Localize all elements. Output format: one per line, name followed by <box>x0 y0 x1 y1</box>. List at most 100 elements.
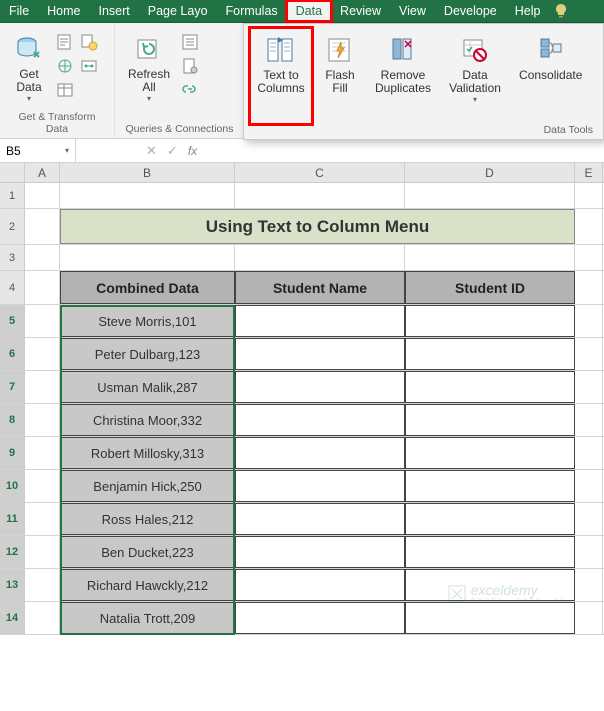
cell[interactable] <box>575 437 603 469</box>
cell[interactable] <box>575 209 603 244</box>
cell[interactable] <box>235 183 405 208</box>
col-header-A[interactable]: A <box>25 163 60 182</box>
enter-icon[interactable]: ✓ <box>167 143 178 159</box>
col-header-E[interactable]: E <box>575 163 603 182</box>
title-cell[interactable]: Using Text to Column Menu <box>60 209 575 244</box>
cell[interactable] <box>60 183 235 208</box>
cell[interactable] <box>575 371 603 403</box>
cell[interactable] <box>25 371 60 403</box>
cancel-icon[interactable]: ✕ <box>146 143 157 159</box>
edit-links-button[interactable] <box>179 79 201 101</box>
cell-data[interactable] <box>235 602 405 634</box>
name-box[interactable]: ▾ <box>0 139 76 162</box>
refresh-all-button[interactable]: Refresh All ▾ <box>121 27 177 106</box>
row-header[interactable]: 12 <box>0 536 25 568</box>
cell-data[interactable]: Peter Dulbarg,123 <box>60 338 235 370</box>
cell[interactable] <box>575 569 603 601</box>
cell[interactable] <box>405 245 575 270</box>
cell[interactable] <box>25 569 60 601</box>
cell-data[interactable]: Christina Moor,332 <box>60 404 235 436</box>
recent-sources-button[interactable] <box>78 31 100 53</box>
from-text-csv-button[interactable] <box>54 31 76 53</box>
get-data-button[interactable]: Get Data ▾ <box>6 27 52 106</box>
cell[interactable] <box>575 404 603 436</box>
col-header-D[interactable]: D <box>405 163 575 182</box>
row-header[interactable]: 6 <box>0 338 25 370</box>
row-header[interactable]: 7 <box>0 371 25 403</box>
cell[interactable] <box>575 338 603 370</box>
cell[interactable] <box>25 209 60 244</box>
fx-icon[interactable]: fx <box>188 144 197 158</box>
cell[interactable] <box>25 338 60 370</box>
cell[interactable] <box>575 271 603 304</box>
cell[interactable] <box>25 602 60 634</box>
from-table-button[interactable] <box>54 79 76 101</box>
col-header-B[interactable]: B <box>60 163 235 182</box>
cell[interactable] <box>575 503 603 535</box>
cell[interactable] <box>60 245 235 270</box>
cell-data[interactable] <box>405 371 575 403</box>
row-header[interactable]: 11 <box>0 503 25 535</box>
tell-me-icon[interactable] <box>553 3 569 19</box>
cell-data[interactable] <box>405 437 575 469</box>
row-header[interactable]: 3 <box>0 245 25 270</box>
cell-data[interactable] <box>235 569 405 601</box>
select-all-button[interactable] <box>0 163 25 182</box>
existing-connections-button[interactable] <box>78 55 100 77</box>
cell[interactable] <box>575 536 603 568</box>
cell[interactable] <box>25 437 60 469</box>
consolidate-button[interactable]: Consolidate <box>512 28 589 124</box>
header-combined-data[interactable]: Combined Data <box>60 271 235 304</box>
row-header[interactable]: 9 <box>0 437 25 469</box>
cell-data[interactable]: Ben Ducket,223 <box>60 536 235 568</box>
row-header[interactable]: 10 <box>0 470 25 502</box>
cell[interactable] <box>575 602 603 634</box>
cell-data[interactable] <box>405 602 575 634</box>
cell-data[interactable]: Usman Malik,287 <box>60 371 235 403</box>
chevron-down-icon[interactable]: ▾ <box>65 146 69 155</box>
cell[interactable] <box>575 305 603 337</box>
row-header[interactable]: 2 <box>0 209 25 244</box>
col-header-C[interactable]: C <box>235 163 405 182</box>
tab-developer[interactable]: Develope <box>435 1 506 21</box>
cell[interactable] <box>25 305 60 337</box>
tab-file[interactable]: File <box>0 1 38 21</box>
cell-data[interactable] <box>235 305 405 337</box>
cell-data[interactable] <box>235 338 405 370</box>
cell[interactable] <box>25 271 60 304</box>
tab-pagelayout[interactable]: Page Layo <box>139 1 217 21</box>
cell-data[interactable] <box>235 470 405 502</box>
cell-data[interactable] <box>235 437 405 469</box>
name-box-input[interactable] <box>6 144 56 158</box>
cell-data[interactable] <box>405 404 575 436</box>
cell-data[interactable]: Richard Hawckly,212 <box>60 569 235 601</box>
tab-help[interactable]: Help <box>506 1 550 21</box>
row-header[interactable]: 13 <box>0 569 25 601</box>
header-student-id[interactable]: Student ID <box>405 271 575 304</box>
cell-data[interactable]: Natalia Trott,209 <box>60 602 235 634</box>
row-header[interactable]: 1 <box>0 183 25 208</box>
cell-data[interactable]: Steve Morris,101 <box>60 305 235 337</box>
cell[interactable] <box>405 183 575 208</box>
properties-button[interactable] <box>179 55 201 77</box>
tab-review[interactable]: Review <box>331 1 390 21</box>
row-header[interactable]: 14 <box>0 602 25 634</box>
from-web-button[interactable] <box>54 55 76 77</box>
cell[interactable] <box>25 470 60 502</box>
cell-data[interactable]: Ross Hales,212 <box>60 503 235 535</box>
cell[interactable] <box>25 503 60 535</box>
queries-connections-button[interactable] <box>179 31 201 53</box>
cell[interactable] <box>25 183 60 208</box>
cell-data[interactable] <box>405 503 575 535</box>
cell-data[interactable] <box>405 305 575 337</box>
cell-data[interactable] <box>405 536 575 568</box>
cell-data[interactable] <box>235 503 405 535</box>
row-header[interactable]: 5 <box>0 305 25 337</box>
cell-data[interactable] <box>235 536 405 568</box>
cell-data[interactable]: Benjamin Hick,250 <box>60 470 235 502</box>
cell[interactable] <box>25 245 60 270</box>
cell-data[interactable] <box>405 470 575 502</box>
text-to-columns-button[interactable]: Text to Columns <box>250 28 312 124</box>
tab-insert[interactable]: Insert <box>90 1 139 21</box>
remove-duplicates-button[interactable]: Remove Duplicates <box>368 28 438 124</box>
